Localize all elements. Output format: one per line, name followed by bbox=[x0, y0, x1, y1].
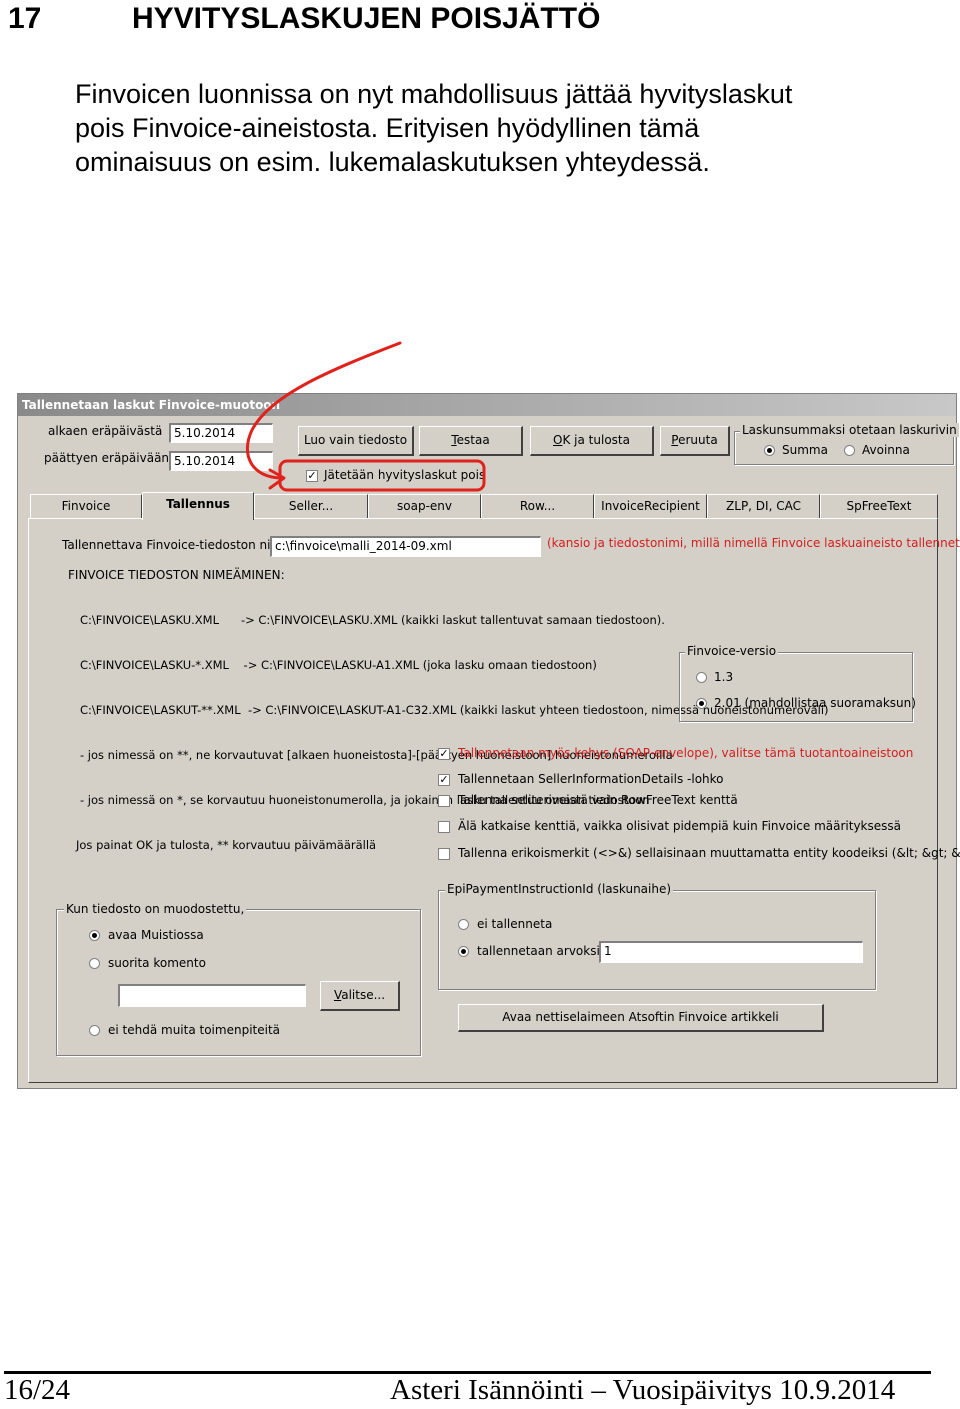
annotation-overlay bbox=[246, 341, 486, 492]
tab-tallennus[interactable]: Tallennus bbox=[142, 492, 254, 520]
publication-title: Asteri Isännöinti – Vuosipäivitys 10.9.2… bbox=[390, 1374, 896, 1406]
page-number: 16/24 bbox=[4, 1374, 71, 1406]
highlight-box bbox=[278, 459, 486, 492]
annotation-arrow bbox=[246, 341, 402, 480]
